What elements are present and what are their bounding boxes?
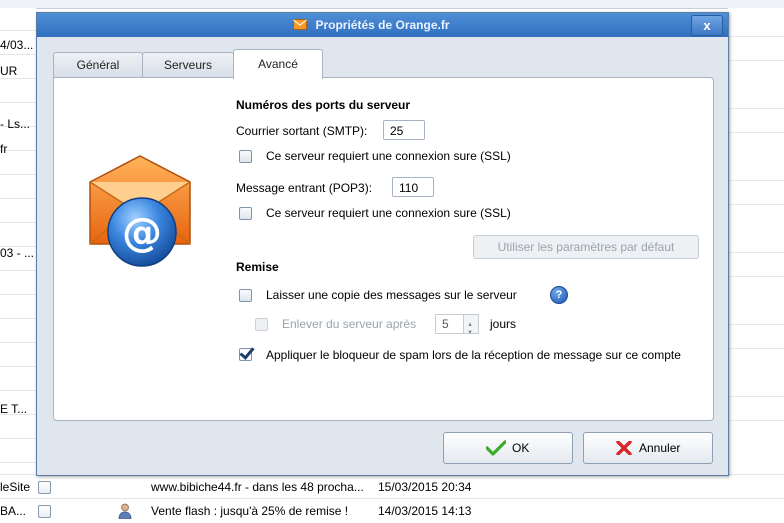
spam-blocker-label: Appliquer le bloqueur de spam lors de la… bbox=[266, 348, 681, 362]
email-at-icon: @ bbox=[89, 155, 191, 267]
days-label: jours bbox=[490, 317, 517, 331]
stepper-arrows[interactable]: ▲ ▼ bbox=[463, 315, 478, 336]
days-value: 5 bbox=[442, 317, 449, 331]
ok-label: OK bbox=[512, 441, 530, 455]
background-list-fragment[interactable]: 03 - ... bbox=[0, 246, 36, 260]
tab-servers[interactable]: Serveurs bbox=[142, 52, 234, 78]
close-button[interactable]: x bbox=[691, 15, 723, 36]
use-defaults-button[interactable]: Utiliser les paramètres par défaut bbox=[473, 235, 699, 259]
message-sender: leSite bbox=[0, 480, 31, 494]
message-subject: Vente flash : jusqu'à 25% de remise ! bbox=[151, 504, 349, 518]
checkmark-icon bbox=[486, 440, 506, 456]
smtp-port-field[interactable]: 25 bbox=[383, 120, 425, 140]
remove-after-label: Enlever du serveur après bbox=[282, 317, 417, 331]
message-checkbox[interactable] bbox=[38, 505, 51, 518]
background-toolbar bbox=[0, 0, 784, 9]
chevron-down-icon: ▼ bbox=[467, 330, 473, 336]
background-list-fragment[interactable]: - Ls... bbox=[0, 117, 36, 131]
background-list-fragment[interactable]: E T... bbox=[0, 402, 36, 416]
cancel-x-icon bbox=[616, 441, 632, 455]
help-icon[interactable]: ? bbox=[550, 286, 568, 304]
smtp-ssl-checkbox[interactable] bbox=[239, 150, 252, 163]
message-sender: BA... bbox=[0, 504, 27, 518]
background-list-fragment[interactable]: 4/03... bbox=[0, 38, 36, 52]
remove-after-checkbox[interactable] bbox=[255, 318, 268, 331]
tab-label: Serveurs bbox=[163, 58, 213, 72]
keep-copy-checkbox[interactable] bbox=[239, 289, 252, 302]
pop3-ssl-checkbox[interactable] bbox=[239, 207, 252, 220]
close-icon: x bbox=[703, 18, 711, 33]
background-list-fragment[interactable]: fr bbox=[0, 142, 36, 156]
dialog-title-bar[interactable]: Propriétés de Orange.fr x bbox=[37, 13, 728, 37]
account-properties-dialog: Propriétés de Orange.fr x Général Serveu… bbox=[36, 12, 729, 476]
contact-icon bbox=[118, 503, 132, 519]
keep-copy-label: Laisser une copie des messages sur le se… bbox=[266, 288, 517, 302]
smtp-ssl-label: Ce serveur requiert une connexion sure (… bbox=[266, 149, 511, 163]
remove-after-days-stepper[interactable]: 5 ▲ ▼ bbox=[435, 314, 479, 336]
smtp-port-label: Courrier sortant (SMTP): bbox=[236, 124, 368, 138]
tab-general[interactable]: Général bbox=[53, 52, 143, 78]
cancel-button[interactable]: Annuler bbox=[583, 432, 713, 464]
pop3-ssl-label: Ce serveur requiert une connexion sure (… bbox=[266, 206, 511, 220]
advanced-settings-panel: @ Numéros des ports du serveur Courrier … bbox=[53, 77, 714, 421]
message-date: 15/03/2015 20:34 bbox=[378, 480, 472, 494]
delivery-heading: Remise bbox=[236, 260, 279, 274]
pop3-port-label: Message entrant (POP3): bbox=[236, 181, 373, 195]
table-row[interactable]: BA... Vente flash : jusqu'à 25% de remis… bbox=[0, 498, 784, 523]
background-list-fragment[interactable]: UR bbox=[0, 64, 36, 78]
pop3-port-field[interactable]: 110 bbox=[392, 177, 434, 197]
tab-label: Avancé bbox=[258, 57, 298, 71]
table-row[interactable]: leSite www.bibiche44.fr - dans les 48 pr… bbox=[0, 474, 784, 499]
ports-heading: Numéros des ports du serveur bbox=[236, 98, 411, 112]
ok-button[interactable]: OK bbox=[443, 432, 573, 464]
cancel-label: Annuler bbox=[639, 441, 681, 455]
tab-label: Général bbox=[76, 58, 120, 72]
background-message-list-right bbox=[728, 8, 784, 478]
message-checkbox[interactable] bbox=[38, 481, 51, 494]
dialog-title: Propriétés de Orange.fr bbox=[315, 18, 450, 32]
svg-text:@: @ bbox=[122, 210, 162, 256]
spam-blocker-checkbox[interactable] bbox=[239, 348, 252, 361]
use-defaults-label: Utiliser les paramètres par défaut bbox=[497, 240, 675, 254]
tab-advanced[interactable]: Avancé bbox=[233, 49, 323, 79]
message-subject: www.bibiche44.fr - dans les 48 procha... bbox=[151, 480, 364, 494]
message-date: 14/03/2015 14:13 bbox=[378, 504, 472, 518]
